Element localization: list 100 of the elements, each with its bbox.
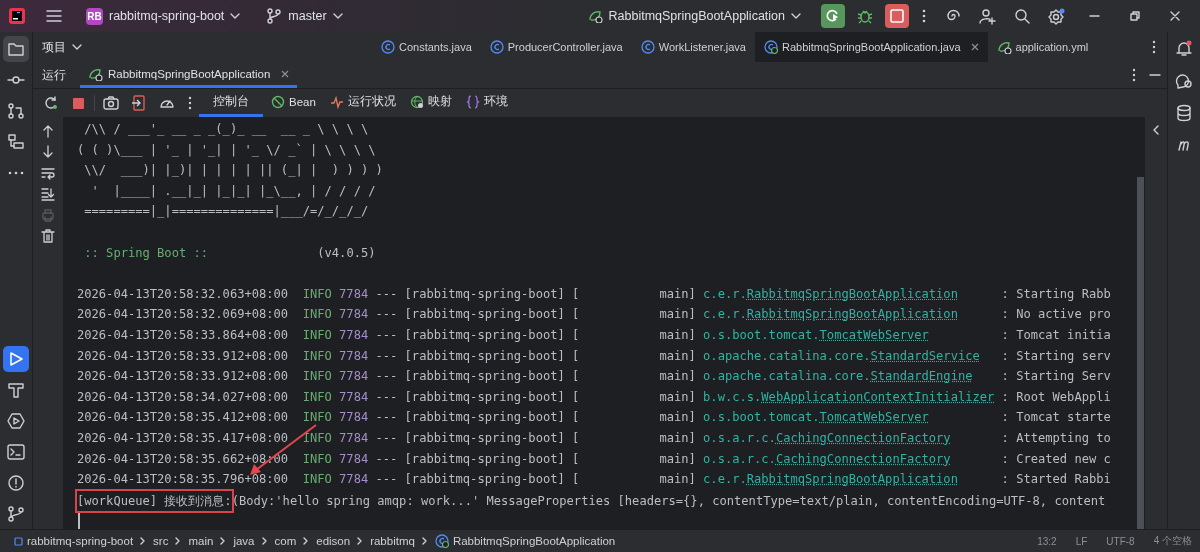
- highlighted-text: [workQueue] 接收到消息:: [77, 490, 232, 512]
- log-message: (Body:'hello spring amqp: work...' MessageProperties [headers={}, contentType=text/plain, contentEncoding=UTF-8, content: [231, 492, 1106, 510]
- breadcrumb[interactable]: rabbitmq: [370, 535, 415, 547]
- log-level: INFO: [302, 326, 332, 344]
- timestamp: 2026-04-13T20:58:32.063+08:00: [77, 285, 289, 303]
- status-item[interactable]: 13:2: [1037, 535, 1057, 547]
- logger-package: b.w.c.s.: [703, 388, 762, 406]
- timestamp: 2026-04-13T20:58:34.027+08:00: [77, 388, 289, 406]
- breadcrumb[interactable]: src: [153, 535, 169, 547]
- console-tab[interactable]: 环境: [459, 89, 514, 117]
- logger-class-link[interactable]: RabbitmqSpringBootApplication: [746, 304, 958, 325]
- console-text: ---: [375, 429, 398, 447]
- console-text: ---: [375, 368, 398, 386]
- log-message: : Tomcat initia: [1001, 326, 1111, 344]
- breadcrumb[interactable]: edison: [316, 535, 351, 547]
- thread-name: [ main]: [572, 347, 696, 365]
- process-id: 7784: [339, 285, 369, 303]
- console-text: /\\ / ___'_ __ _ _(_)_ __ __ _ \ \ \ \: [83, 121, 370, 138]
- branch-selector[interactable]: master: [260, 4, 349, 28]
- logger-package: o.s.a.r.c.: [703, 450, 776, 468]
- console-tab[interactable]: Bean: [265, 89, 322, 117]
- breadcrumb[interactable]: RabbitmqSpringBootApplication: [434, 534, 616, 548]
- console-text: [rabbitmq-spring-boot]: [404, 368, 565, 386]
- status-item[interactable]: UTF-8: [1106, 535, 1135, 547]
- editor-tab[interactable]: application.yml: [987, 32, 1098, 62]
- status-item[interactable]: LF: [1075, 535, 1088, 547]
- timestamp: 2026-04-13T20:58:35.417+08:00: [77, 429, 289, 447]
- console-text: (v4.0.5): [317, 244, 376, 262]
- log-level: INFO: [302, 450, 332, 468]
- thread-name: [ main]: [572, 450, 696, 468]
- project-view-header[interactable]: 项目: [33, 38, 372, 56]
- breadcrumb[interactable]: main: [188, 535, 214, 547]
- log-level: INFO: [302, 347, 332, 365]
- console-text: \\/ ___)| |_)| | | | | || (_| | ) ) ) ): [83, 162, 384, 180]
- thread-name: [ main]: [572, 388, 696, 406]
- console-text: ---: [375, 347, 398, 365]
- logger-class-link[interactable]: CachingConnectionFactory: [775, 427, 951, 449]
- breadcrumb[interactable]: com: [274, 535, 297, 547]
- console-text: ---: [375, 306, 398, 324]
- project-selector[interactable]: RB rabbitmq-spring-boot: [80, 3, 247, 29]
- thread-name: [ main]: [572, 471, 696, 489]
- console-text: :: Spring Boot ::: [83, 244, 210, 262]
- editor-tab[interactable]: ProducerController.java: [480, 32, 632, 62]
- logger-class-link[interactable]: RabbitmqSpringBootApplication: [746, 283, 958, 305]
- logger-package: o.s.boot.tomcat.: [703, 326, 820, 344]
- console-text: [rabbitmq-spring-boot]: [404, 326, 565, 344]
- logger-class-link[interactable]: CachingConnectionFactory: [775, 448, 951, 470]
- logger-class-link[interactable]: TomcatWebServer: [819, 407, 929, 428]
- log-message: : Starting Serv: [1001, 368, 1111, 386]
- editor-tab[interactable]: WorkListener.java: [631, 32, 755, 62]
- timestamp: 2026-04-13T20:58:33.864+08:00: [77, 326, 289, 344]
- process-id: 7784: [339, 347, 369, 365]
- logger-class-link[interactable]: StandardEngine: [870, 366, 973, 387]
- panel-title: 运行: [42, 66, 66, 84]
- log-message: : Starting serv: [1001, 347, 1111, 365]
- console-text: =========|_|==============|___/=/_/_/_/: [83, 203, 370, 221]
- log-level: INFO: [302, 285, 332, 303]
- timestamp: 2026-04-13T20:58:33.912+08:00: [77, 347, 289, 365]
- breadcrumb[interactable]: java: [233, 535, 255, 547]
- console-text: ---: [375, 285, 398, 303]
- console-tab[interactable]: 映射: [403, 89, 458, 117]
- log-message: : Starting Rabb: [1001, 285, 1111, 303]
- logger-package: o.s.a.r.c.: [703, 429, 776, 447]
- log-message: : Tomcat starte: [1001, 409, 1111, 427]
- console-text: ' |____| .__|_| |_|_| |_\__, | / / / /: [90, 182, 377, 200]
- console-tab[interactable]: 运行状况: [323, 89, 402, 117]
- editor-tab[interactable]: RabbitmqSpringBootApplication.java: [754, 32, 988, 62]
- console-text: [rabbitmq-spring-boot]: [404, 409, 565, 427]
- log-message: : Root WebAppli: [1001, 388, 1111, 406]
- breadcrumb[interactable]: rabbitmq-spring-boot: [14, 535, 134, 547]
- log-message: : Attempting to: [1001, 429, 1111, 447]
- timestamp: 2026-04-13T20:58:32.069+08:00: [77, 306, 289, 324]
- logger-package: c.e.r.: [703, 471, 747, 489]
- editor-tab[interactable]: Constants.java: [372, 32, 481, 62]
- thread-name: [ main]: [572, 306, 696, 324]
- logger-class-link[interactable]: TomcatWebServer: [819, 324, 929, 346]
- process-id: 7784: [339, 368, 369, 386]
- console-text: [rabbitmq-spring-boot]: [404, 306, 565, 324]
- console-text: ---: [375, 409, 398, 427]
- process-id: 7784: [339, 326, 369, 344]
- status-item[interactable]: 4 个空格: [1153, 534, 1192, 548]
- logger-class-link[interactable]: StandardService: [870, 345, 980, 367]
- process-id: 7784: [339, 429, 369, 447]
- log-message: : No active pro: [1001, 306, 1111, 324]
- logger-class-link[interactable]: RabbitmqSpringBootApplication: [746, 469, 958, 490]
- process-id: 7784: [339, 471, 369, 489]
- logger-package: o.apache.catalina.core.: [703, 347, 871, 365]
- logger-package: o.apache.catalina.core.: [703, 368, 871, 386]
- logger-package: c.e.r.: [703, 306, 747, 324]
- process-id: 7784: [339, 409, 369, 427]
- thread-name: [ main]: [572, 285, 696, 303]
- console-text: [rabbitmq-spring-boot]: [404, 347, 565, 365]
- timestamp: 2026-04-13T20:58:35.796+08:00: [77, 471, 289, 489]
- process-id: 7784: [339, 306, 369, 324]
- log-message: : Started Rabbi: [1001, 471, 1111, 489]
- logger-class-link[interactable]: WebApplicationContextInitializer: [761, 386, 995, 408]
- console-text: [rabbitmq-spring-boot]: [404, 450, 565, 468]
- run-config-selector[interactable]: RabbitmqSpringBootApplication: [581, 5, 807, 27]
- console-text: ---: [375, 388, 398, 406]
- logger-package: c.e.r.: [703, 285, 747, 303]
